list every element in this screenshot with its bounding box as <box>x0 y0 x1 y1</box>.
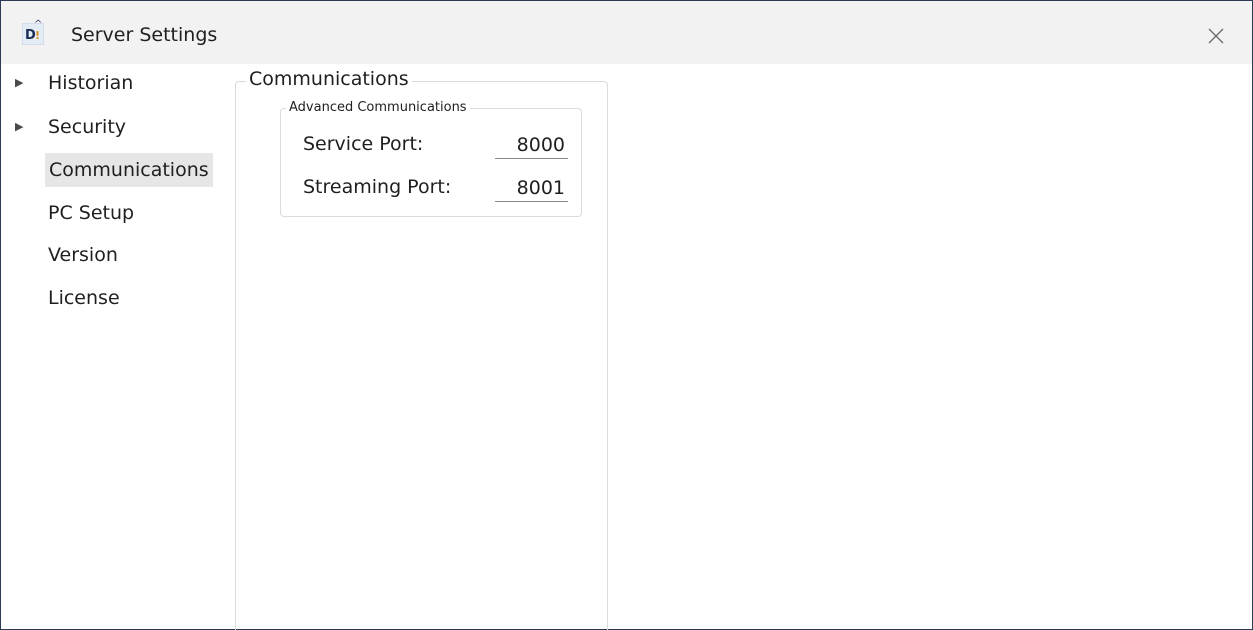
close-button[interactable] <box>1197 17 1235 55</box>
app-logo-mark: ! <box>35 29 41 42</box>
streaming-port-input[interactable] <box>495 174 568 202</box>
nav-item-label: Historian <box>48 72 134 94</box>
settings-nav-tree: ▶ Historian ▶ Security Communications PC… <box>1 64 233 630</box>
service-port-input[interactable] <box>495 131 568 159</box>
communications-group-title: Communications <box>246 68 412 90</box>
nav-item-label: Communications <box>45 153 213 187</box>
nav-item-label: PC Setup <box>48 202 135 224</box>
close-icon <box>1208 28 1224 44</box>
advanced-communications-group: Advanced Communications Service Port: St… <box>280 100 582 217</box>
nav-item-label: Version <box>48 244 118 266</box>
streaming-port-label: Streaming Port: <box>303 176 452 198</box>
window-title: Server Settings <box>71 24 218 46</box>
communications-group: Communications Advanced Communications S… <box>235 68 608 630</box>
nav-item-label: License <box>48 287 120 309</box>
service-port-label: Service Port: <box>303 133 424 155</box>
nav-item-label: Security <box>48 116 127 138</box>
app-logo-icon: ^ D ! <box>22 20 44 45</box>
title-bar: ^ D ! Server Settings <box>1 1 1252 64</box>
expand-arrow-icon[interactable]: ▶ <box>15 110 35 144</box>
server-settings-window: ^ D ! Server Settings ▶ Historian ▶ Secu… <box>0 0 1253 630</box>
expand-arrow-icon[interactable]: ▶ <box>15 66 35 100</box>
advanced-communications-title: Advanced Communications <box>286 100 470 115</box>
